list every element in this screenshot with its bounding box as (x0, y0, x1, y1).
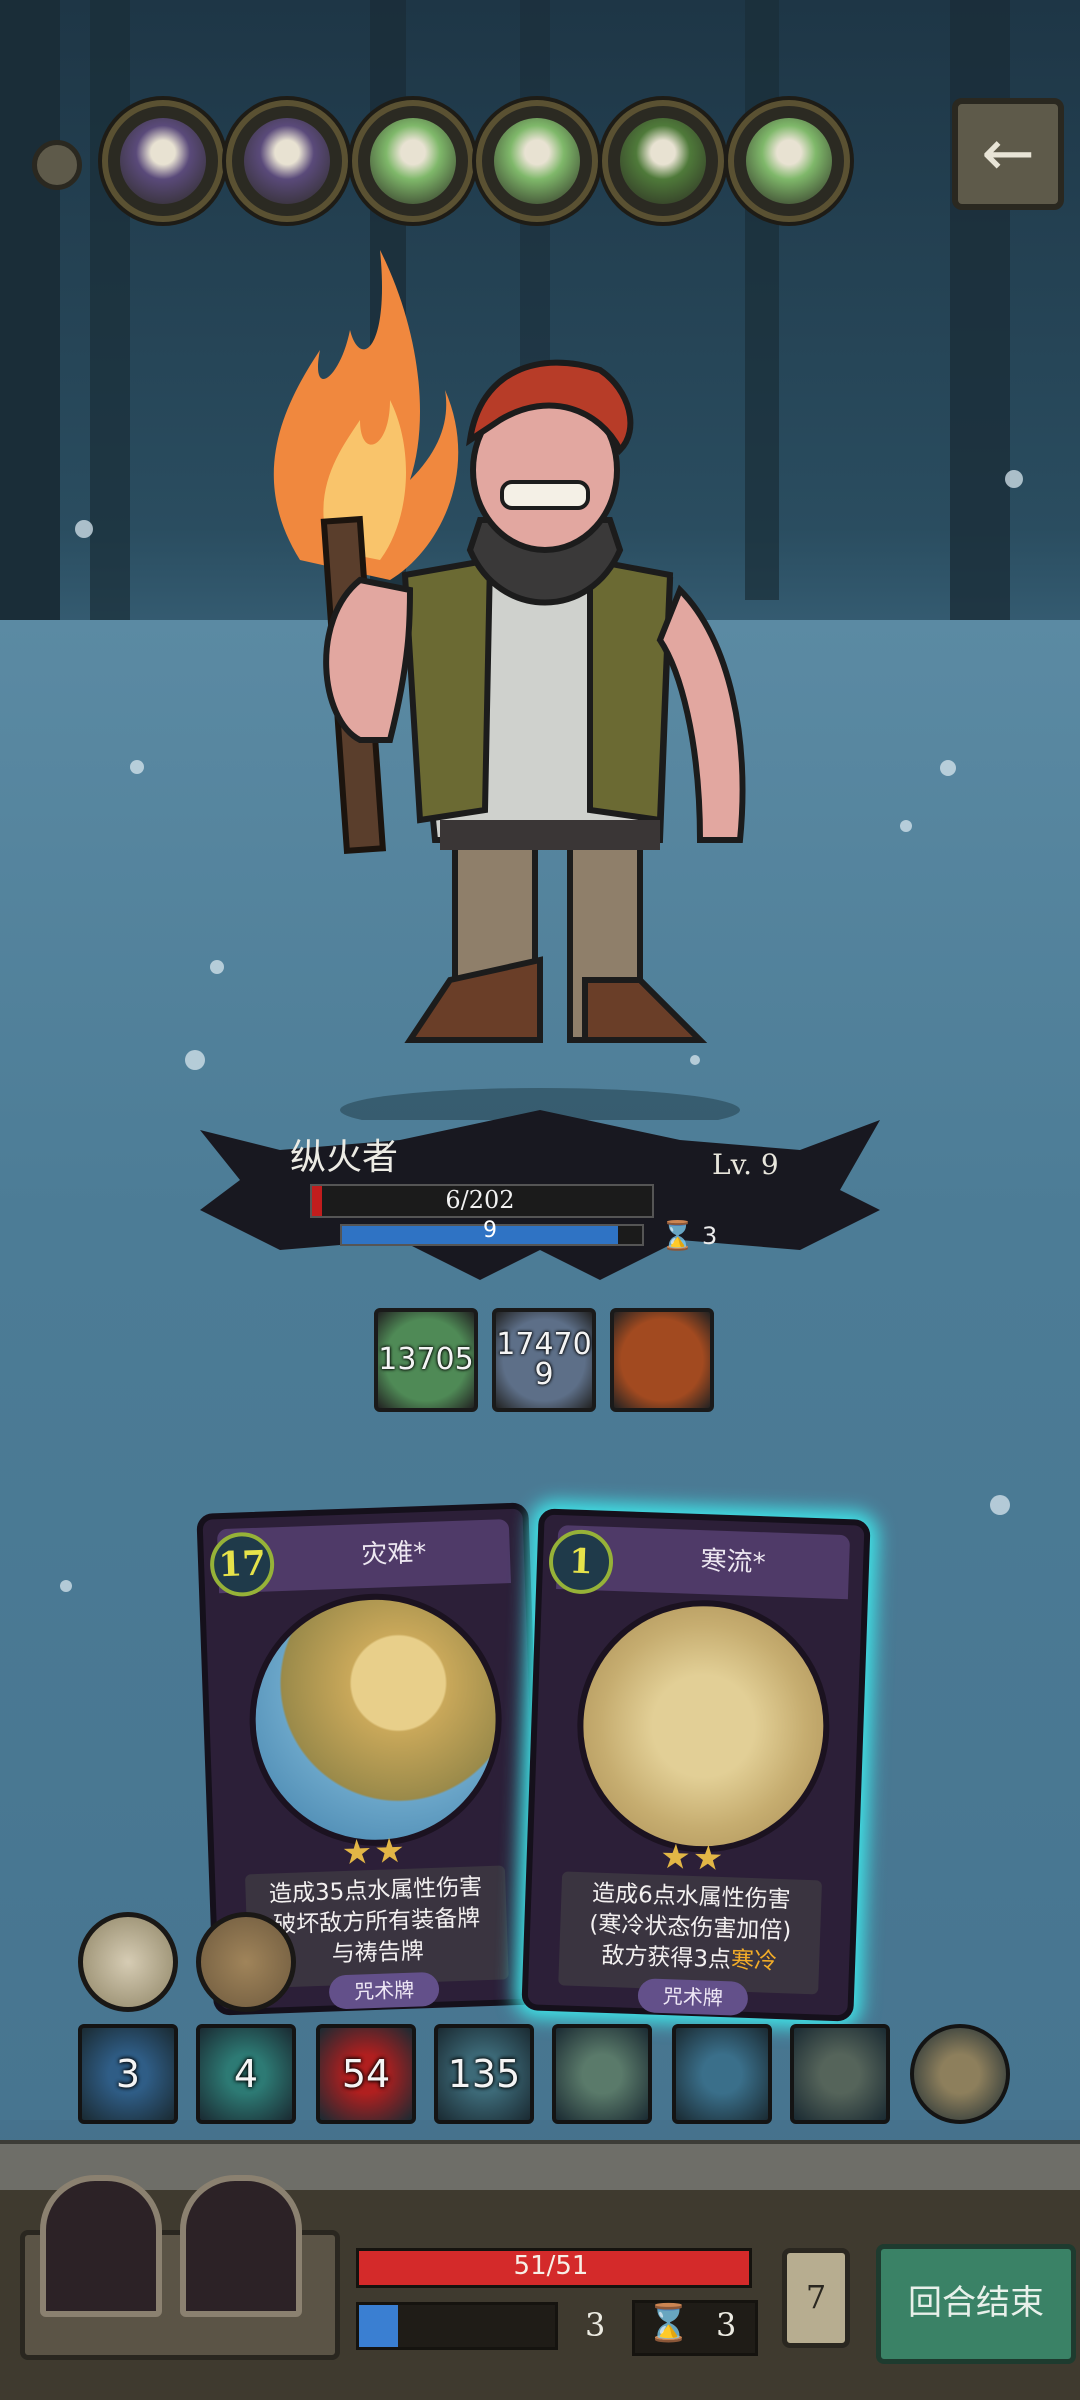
enemy-queue-portrait[interactable] (476, 100, 598, 222)
player-shield-bar (356, 2302, 558, 2350)
card-type: 咒术牌 (637, 1978, 749, 2016)
wooden-staff-relic-icon[interactable] (196, 1912, 296, 2012)
card-name: 寒流* (700, 1546, 767, 1579)
player-health-text: 51/51 (513, 2251, 589, 2281)
end-turn-button[interactable]: 回合结束 (876, 2244, 1076, 2364)
hourglass-icon: ⌛ (660, 1219, 695, 1252)
enemy-shield-text: 9 (483, 1218, 497, 1243)
water-vortex-icon[interactable]: 135 (434, 2024, 534, 2124)
enemy-queue-portrait[interactable] (102, 100, 224, 222)
deck-counter[interactable]: 7 (782, 2248, 850, 2348)
stone-ledge (0, 2140, 1080, 2194)
green-poison-skull-icon[interactable]: 13705 (374, 1308, 478, 1412)
card-type: 咒术牌 (328, 1971, 440, 2010)
green-robot-portrait (370, 118, 456, 204)
turn-order-indicator (32, 140, 82, 190)
player-shield-value: 3 (585, 2306, 606, 2344)
player-timer: 3 (716, 2306, 737, 2344)
fire-fence-icon[interactable] (610, 1308, 714, 1412)
enemy-health-text: 6/202 (445, 1186, 515, 1214)
frost-shards-icon[interactable]: 17470 9 (492, 1308, 596, 1412)
enemy-timer: 3 (702, 1222, 718, 1250)
enemy-arsonist-figure[interactable] (240, 220, 800, 1132)
teal-spikes-icon[interactable]: 4 (196, 2024, 296, 2124)
bearded-wizard-portrait (244, 118, 330, 204)
green-robot-portrait (494, 118, 580, 204)
portal-door-left[interactable] (40, 2175, 162, 2317)
portal-door-right[interactable] (180, 2175, 302, 2317)
spell-card-cold-current[interactable]: 1 寒流* ★★ 造成6点水属性伤害 (寒冷状态伤害加倍) 敌方获得3点寒冷 咒… (521, 1508, 871, 2022)
crossbow-icon[interactable] (910, 2024, 1010, 2124)
hooded-plant-creature-portrait (620, 118, 706, 204)
enemy-level: Lv. 9 (712, 1148, 779, 1181)
back-button[interactable]: ← (952, 98, 1064, 210)
crystal-burst-icon[interactable] (552, 2024, 652, 2124)
frozen-tree-icon (573, 1595, 834, 1857)
green-robot-portrait (746, 118, 832, 204)
enemy-queue-portrait[interactable] (226, 100, 348, 222)
hourglass-icon: ⌛ (646, 2303, 691, 2344)
lightning-orb-icon[interactable]: 3 (78, 2024, 178, 2124)
blue-splash-icon[interactable] (672, 2024, 772, 2124)
old-man-portrait-icon[interactable] (790, 2024, 890, 2124)
enemy-name: 纵火者 (290, 1137, 399, 1178)
bearded-wizard-portrait (120, 118, 206, 204)
card-name: 灾难* (360, 1537, 427, 1571)
enemy-queue-portrait[interactable] (728, 100, 850, 222)
arrow-left-icon: ← (981, 117, 1035, 191)
fanged-monster-relic-icon[interactable] (78, 1912, 178, 2012)
cold-keyword: 寒冷 (730, 1947, 778, 1975)
card-description: 造成6点水属性伤害 (寒冷状态伤害加倍) 敌方获得3点寒冷 (558, 1871, 823, 1995)
great-wave-icon (245, 1589, 506, 1851)
enemy-queue-portrait[interactable] (602, 100, 724, 222)
enemy-queue-portrait[interactable] (352, 100, 474, 222)
fire-spiral-icon[interactable]: 54 (316, 2024, 416, 2124)
